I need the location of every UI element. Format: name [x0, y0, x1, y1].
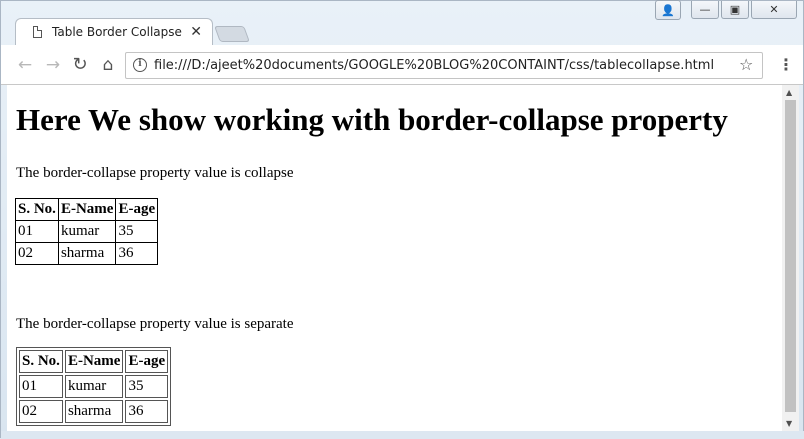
browser-menu-icon[interactable]: ⋮: [778, 57, 794, 73]
page-content: Here We show working with border-collaps…: [7, 85, 782, 431]
scrollbar-thumb[interactable]: [785, 100, 796, 412]
table-cell: 36: [115, 242, 159, 265]
maximize-button[interactable]: ▣: [721, 1, 749, 19]
header-cell: E-age: [125, 350, 169, 373]
table-header-row: S. No. E-Name E-age: [19, 350, 169, 373]
table-cell: 01: [19, 375, 63, 398]
bookmark-star-icon[interactable]: ☆: [739, 57, 753, 73]
window-caption-buttons: 👤 — ▣ ✕: [655, 0, 797, 21]
table-row: 01 kumar 35: [15, 220, 159, 243]
header-cell: E-Name: [64, 350, 124, 373]
table-cell: 36: [125, 400, 169, 423]
info-icon[interactable]: i: [133, 58, 147, 72]
table-cell: 35: [115, 220, 159, 243]
separate-description: The border-collapse property value is se…: [16, 316, 294, 332]
table-cell: 02: [19, 400, 63, 423]
browser-window: 👤 — ▣ ✕ Table Border Collapse ✕ ← → ↻ ⌂ …: [0, 0, 804, 439]
header-cell: E-Name: [57, 198, 117, 221]
vertical-scrollbar[interactable]: ▲ ▼: [782, 85, 799, 431]
browser-tab[interactable]: Table Border Collapse ✕: [15, 18, 213, 45]
collapse-description: The border-collapse property value is co…: [16, 165, 294, 181]
table-cell: 35: [125, 375, 169, 398]
table-header-row: S. No. E-Name E-age: [15, 198, 159, 221]
tab-close-icon[interactable]: ✕: [190, 25, 202, 39]
home-button[interactable]: ⌂: [98, 55, 118, 75]
header-cell: S. No.: [15, 198, 59, 221]
table-cell: sharma: [57, 242, 117, 265]
url-text[interactable]: file:///D:/ajeet%20documents/GOOGLE%20BL…: [154, 58, 714, 73]
table-cell: 01: [15, 220, 59, 243]
forward-button[interactable]: →: [43, 55, 63, 75]
document-icon: [33, 26, 42, 38]
table-cell: kumar: [57, 220, 117, 243]
user-profile-icon[interactable]: 👤: [655, 0, 681, 20]
minimize-button[interactable]: —: [691, 1, 719, 19]
table-row: 02 sharma 36: [19, 400, 169, 423]
separate-table: S. No. E-Name E-age 01 kumar 35 02 sharm…: [16, 347, 172, 426]
page-heading: Here We show working with border-collaps…: [16, 102, 728, 137]
back-button[interactable]: ←: [15, 55, 35, 75]
scroll-down-arrow-icon[interactable]: ▼: [786, 419, 792, 428]
table-row: 01 kumar 35: [19, 375, 169, 398]
table-cell: kumar: [64, 375, 124, 398]
new-tab-button[interactable]: [214, 26, 250, 42]
table-cell: 02: [15, 242, 59, 265]
collapse-table: S. No. E-Name E-age 01 kumar 35 02 sharm…: [15, 198, 159, 265]
header-cell: E-age: [115, 198, 159, 221]
tab-title: Table Border Collapse: [52, 25, 182, 39]
header-cell: S. No.: [19, 350, 63, 373]
window-close-button[interactable]: ✕: [751, 1, 797, 19]
browser-toolbar: ← → ↻ ⌂ i file:///D:/ajeet%20documents/G…: [1, 45, 803, 85]
table-row: 02 sharma 36: [15, 242, 159, 265]
table-cell: sharma: [64, 400, 124, 423]
scroll-up-arrow-icon[interactable]: ▲: [786, 88, 792, 97]
address-bar[interactable]: i file:///D:/ajeet%20documents/GOOGLE%20…: [125, 52, 763, 79]
reload-button[interactable]: ↻: [70, 55, 90, 75]
